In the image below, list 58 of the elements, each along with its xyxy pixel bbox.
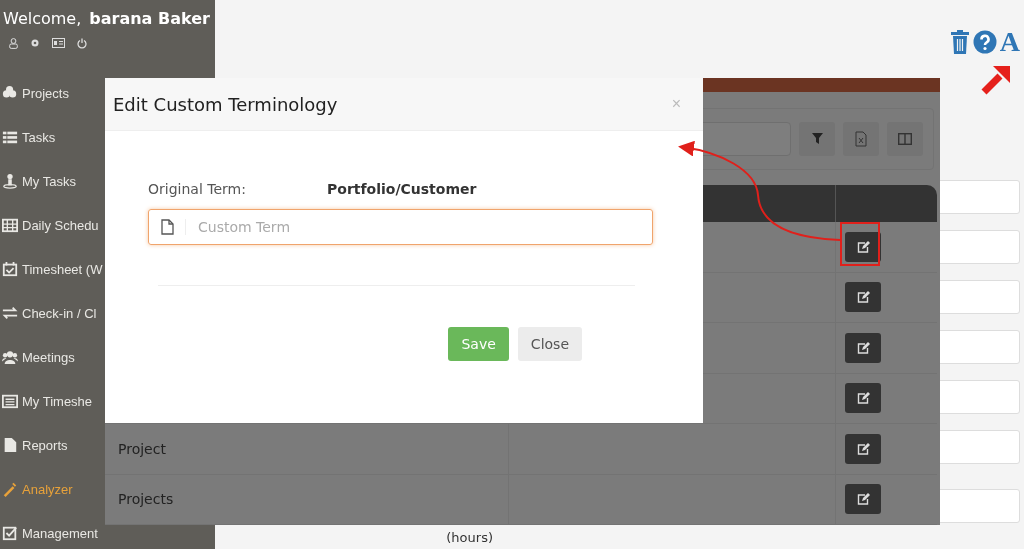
font-button[interactable]: A: [999, 28, 1020, 56]
edit-icon: [856, 493, 870, 506]
sidebar-item[interactable]: Reports: [0, 423, 68, 467]
edit-icon: [856, 442, 870, 455]
edit-button[interactable]: [845, 231, 881, 262]
power-icon[interactable]: [77, 38, 87, 49]
edit-button[interactable]: [845, 383, 881, 414]
help-icon[interactable]: [972, 30, 997, 54]
edit-button[interactable]: [845, 433, 881, 464]
pencil-icon: [2, 481, 18, 497]
edit-icon: [856, 240, 870, 253]
filter-button[interactable]: [799, 121, 835, 156]
custom-term-field[interactable]: Custom Term: [186, 218, 652, 236]
edit-icon: [856, 392, 870, 405]
spreadsheet-icon: [855, 130, 867, 147]
sidebar-item[interactable]: Timesheet (W: [0, 247, 103, 291]
sidebar-item[interactable]: Meetings: [0, 335, 75, 379]
person-icon: [2, 173, 18, 189]
welcome-text: Welcome,: [3, 9, 82, 28]
exchange-icon: [2, 305, 18, 321]
sidebar-item[interactable]: My Tasks: [0, 159, 76, 203]
dialog-title: Edit Custom Terminology: [113, 93, 338, 115]
people-icon: [2, 349, 18, 365]
settings-icon[interactable]: [30, 38, 40, 48]
checkbox-icon: [2, 525, 18, 541]
sidebar-item[interactable]: Check-in / Cl: [0, 291, 97, 335]
filter-icon: [811, 133, 823, 145]
document-icon: [2, 437, 18, 453]
field-label: Original Term:: [148, 181, 247, 197]
sidebar-item[interactable]: Daily Schedu: [0, 203, 99, 247]
user-icon[interactable]: [9, 38, 18, 49]
sidebar-item[interactable]: Tasks: [0, 115, 56, 159]
sidebar-item[interactable]: Management: [0, 511, 98, 549]
edit-icon: [856, 291, 870, 304]
table-cell: Projects: [105, 474, 508, 525]
custom-term-field[interactable]: Custom Term: [148, 209, 653, 245]
pointer-arrow: [981, 66, 1010, 95]
edit-button[interactable]: [845, 282, 881, 313]
columns-icon: [898, 132, 912, 145]
list-icon: [2, 129, 18, 145]
edit-button[interactable]: [845, 332, 881, 363]
calendar-check-icon: [2, 261, 18, 277]
sidebar-item[interactable]: Analyzer: [0, 467, 73, 511]
user-name: barana Baker: [89, 9, 210, 28]
document-icon: [160, 219, 174, 235]
id-card-icon[interactable]: [52, 38, 65, 48]
table-cell: Project: [105, 424, 508, 475]
sidebar-item[interactable]: My Timeshe: [0, 379, 93, 423]
field-label: (hours): [446, 529, 493, 545]
list-box-icon: [2, 393, 18, 409]
sidebar-item[interactable]: Projects: [0, 71, 69, 115]
close-button[interactable]: Close: [517, 327, 582, 361]
grid-icon: [2, 217, 18, 233]
columns-button[interactable]: [887, 121, 923, 156]
edit-button[interactable]: [845, 484, 881, 515]
original-term-value: Portfolio/Customer: [327, 181, 477, 197]
edit-icon: [856, 341, 870, 354]
trash-icon[interactable]: [949, 30, 970, 54]
